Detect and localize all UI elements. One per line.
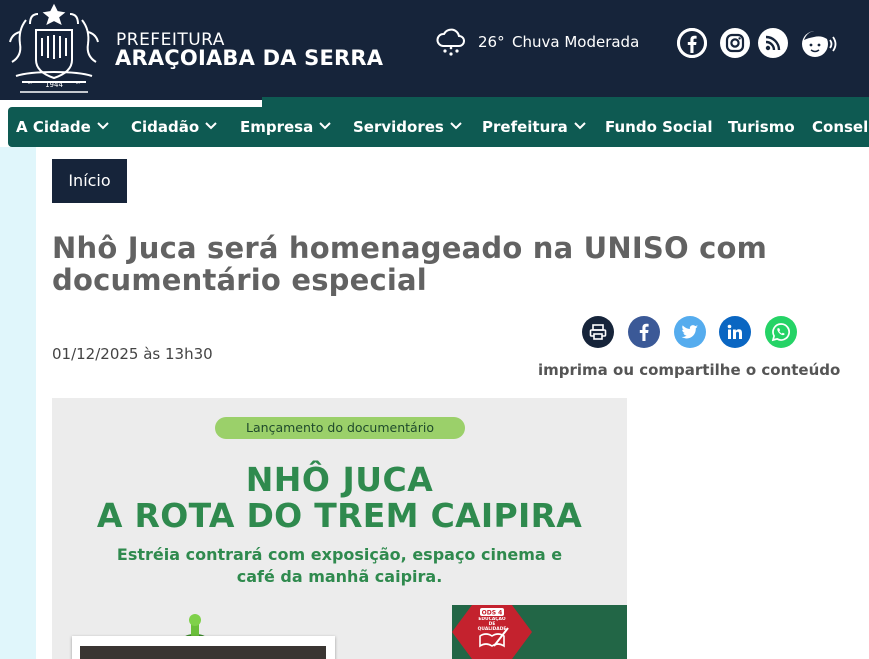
svg-text:1944: 1944 [45, 81, 63, 89]
polaroid-photo [80, 646, 326, 659]
brand-city-name[interactable]: ARAÇOIABA DA SERRA [115, 46, 383, 70]
nav-item-fundo-social[interactable]: Fundo Social [605, 107, 713, 147]
feature-headline-1: NHÔ JUCA [245, 460, 434, 499]
launch-pill: Lançamento do documentário [215, 417, 465, 439]
feature-subtitle-1: Estréia contrará com exposição, espaço c… [116, 545, 563, 564]
breadcrumb-home[interactable]: Início [52, 159, 127, 203]
share-caption: imprima ou compartilhe o conteúdo [538, 361, 841, 379]
cloud-rain-icon [436, 28, 465, 56]
left-decorative-bar [0, 147, 36, 659]
whatsapp-icon [771, 323, 790, 342]
nav-item-servidores[interactable]: Servidores [353, 107, 462, 147]
accessibility-icon[interactable] [800, 28, 840, 60]
share-linkedin-button[interactable] [719, 316, 751, 348]
main-navigation: A Cidade Cidadão Empresa Servidores Pref… [8, 107, 869, 147]
facebook-icon [639, 323, 649, 341]
facebook-icon[interactable] [677, 28, 707, 58]
article-title: Nhô Juca será homenageado na UNISO com d… [52, 231, 768, 297]
featured-image: Lançamento do documentário NHÔ JUCA A RO… [52, 398, 627, 659]
weather-temperature: 26° [478, 33, 505, 51]
share-facebook-button[interactable] [628, 316, 660, 348]
chevron-down-icon [205, 122, 217, 130]
nav-item-conselhos[interactable]: Consel [812, 107, 868, 147]
twitter-icon [681, 325, 698, 339]
chevron-down-icon [97, 122, 109, 130]
city-emblem-logo[interactable]: 1944 [6, 2, 102, 98]
nav-item-cidadao[interactable]: Cidadão [131, 107, 217, 147]
feature-headline-2: A ROTA DO TREM CAIPIRA [96, 496, 583, 535]
weather-description: Chuva Moderada [512, 33, 640, 51]
rss-icon[interactable] [758, 28, 788, 58]
nav-item-a-cidade[interactable]: A Cidade [16, 107, 109, 147]
print-button[interactable] [582, 316, 614, 348]
chevron-down-icon [450, 122, 462, 130]
print-icon [589, 324, 607, 340]
nav-item-turismo[interactable]: Turismo [728, 107, 795, 147]
article-date: 01/12/2025 às 13h30 [52, 345, 213, 363]
nav-item-prefeitura[interactable]: Prefeitura [482, 107, 586, 147]
chevron-down-icon [319, 122, 331, 130]
share-whatsapp-button[interactable] [765, 316, 797, 348]
ods-badge-icon: ODS 4 EDUCAÇÃO DE QUALIDADE [452, 605, 532, 659]
svg-text:ODS 4: ODS 4 [482, 610, 503, 617]
share-twitter-button[interactable] [674, 316, 706, 348]
linkedin-icon [727, 324, 742, 339]
feature-subtitle-2: café da manhã caipira. [236, 567, 443, 586]
chevron-down-icon [574, 122, 586, 130]
nav-item-empresa[interactable]: Empresa [240, 107, 331, 147]
instagram-icon[interactable] [720, 28, 750, 58]
